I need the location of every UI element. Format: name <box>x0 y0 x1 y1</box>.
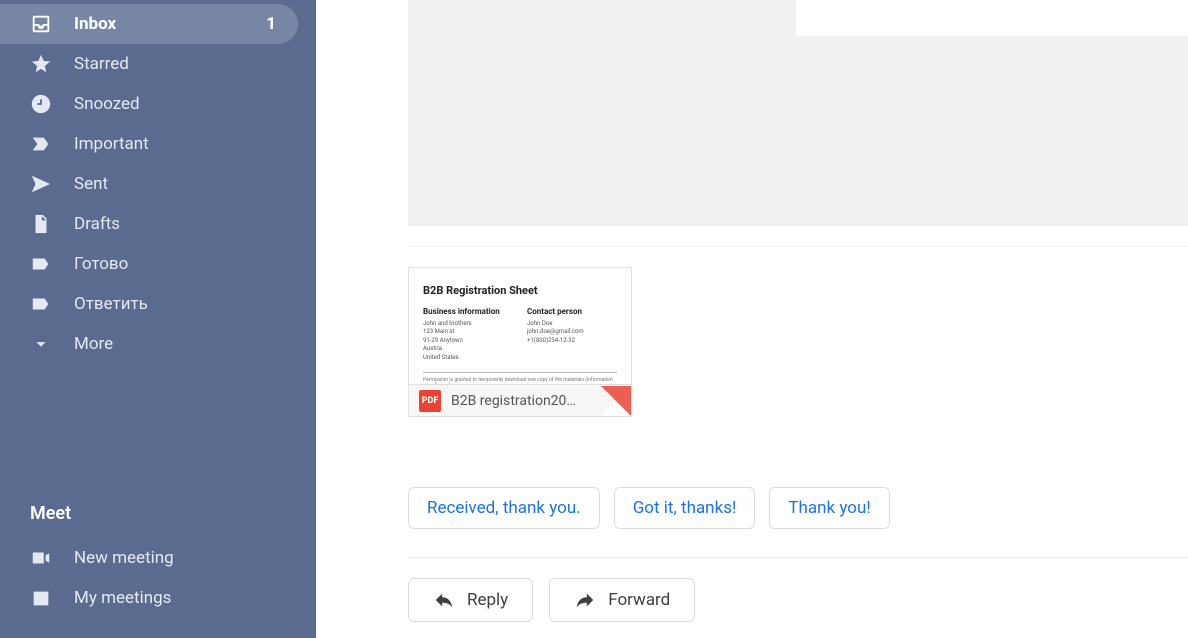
meet-new-meeting[interactable]: New meeting <box>30 538 316 578</box>
sidebar-item-starred[interactable]: Starred <box>0 44 316 84</box>
smart-reply-chip[interactable]: Got it, thanks! <box>614 487 756 529</box>
reply-arrow-icon <box>433 589 455 611</box>
attachment-footer: PDF B2B registration20… <box>409 384 631 416</box>
send-icon <box>30 173 74 195</box>
clock-icon <box>30 93 74 115</box>
sidebar-item-label: Drafts <box>74 214 120 234</box>
sidebar-item-snoozed[interactable]: Snoozed <box>0 84 316 124</box>
sidebar-item-label: Ответить <box>74 294 148 314</box>
reply-button[interactable]: Reply <box>408 578 533 622</box>
smart-reply-chip[interactable]: Thank you! <box>769 487 889 529</box>
corner-fold-icon <box>601 386 631 416</box>
preview-biz-header: Business information <box>423 307 513 316</box>
calendar-icon <box>30 587 74 609</box>
sidebar-item-drafts[interactable]: Drafts <box>0 204 316 244</box>
label-icon <box>30 253 74 275</box>
attachments-separator <box>408 246 1188 247</box>
sidebar-item-label: Готово <box>74 254 128 274</box>
sidebar-item-label: More <box>74 334 113 354</box>
forward-button[interactable]: Forward <box>549 578 695 622</box>
forward-arrow-icon <box>574 589 596 611</box>
message-pane: B2B Registration Sheet Business informat… <box>316 0 1188 638</box>
sidebar-item-label: New meeting <box>74 548 174 568</box>
sidebar-item-important[interactable]: Important <box>0 124 316 164</box>
inbox-count-badge: 1 <box>266 14 276 34</box>
attachment-filename: B2B registration20… <box>451 393 576 409</box>
message-body-placeholder <box>408 0 1188 226</box>
meet-my-meetings[interactable]: My meetings <box>30 578 316 618</box>
smart-reply-chip[interactable]: Received, thank you. <box>408 487 600 529</box>
sidebar-item-label: Starred <box>74 54 129 74</box>
preview-contact-header: Contact person <box>527 307 617 316</box>
chevron-down-icon <box>30 333 74 355</box>
pdf-icon: PDF <box>419 390 441 412</box>
attachment-preview-title: B2B Registration Sheet <box>423 284 617 297</box>
attachment-preview: B2B Registration Sheet Business informat… <box>409 268 631 384</box>
sidebar-item-label: Sent <box>74 174 108 194</box>
attachment-card[interactable]: B2B Registration Sheet Business informat… <box>408 267 632 417</box>
meet-title: Meet <box>30 503 316 538</box>
sidebar-item-label: My meetings <box>74 588 171 608</box>
inbox-icon <box>30 13 74 35</box>
video-icon <box>30 547 74 569</box>
sidebar-item-inbox[interactable]: Inbox 1 <box>0 4 298 44</box>
star-icon <box>30 53 74 75</box>
sidebar-item-label: Inbox <box>74 14 116 34</box>
reply-label: Reply <box>467 590 508 610</box>
sidebar-item-label: Snoozed <box>74 94 140 114</box>
important-icon <box>30 133 74 155</box>
sidebar-item-sent[interactable]: Sent <box>0 164 316 204</box>
smart-reply-row: Received, thank you. Got it, thanks! Tha… <box>408 487 1188 529</box>
actions-separator <box>408 557 1188 558</box>
sidebar: Inbox 1 Starred Snoozed Important <box>0 0 316 638</box>
sidebar-item-label: Important <box>74 134 149 154</box>
document-icon <box>30 213 74 235</box>
sidebar-folders: Inbox 1 Starred Snoozed Important <box>0 4 316 477</box>
forward-label: Forward <box>608 590 670 610</box>
meet-section: Meet New meeting My meetings <box>0 477 316 638</box>
sidebar-item-otvetit[interactable]: Ответить <box>0 284 316 324</box>
sidebar-item-gotovo[interactable]: Готово <box>0 244 316 284</box>
sidebar-item-more[interactable]: More <box>0 324 316 364</box>
label-icon <box>30 293 74 315</box>
message-action-row: Reply Forward <box>408 578 1188 622</box>
